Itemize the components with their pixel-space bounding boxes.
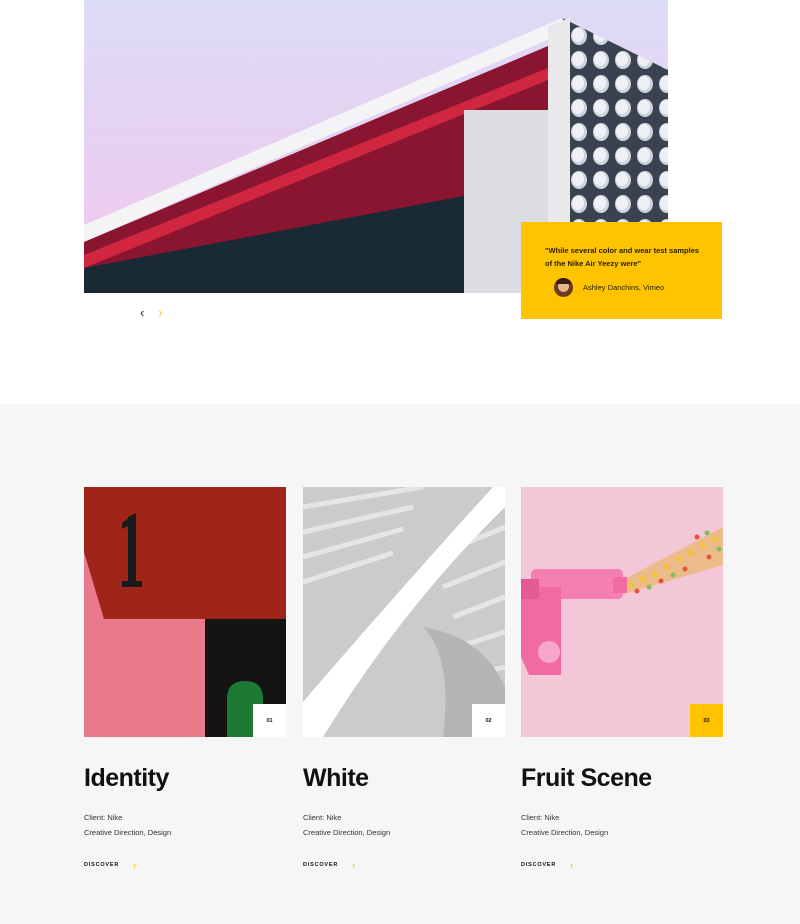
- project-client: Client: Nike: [84, 813, 123, 822]
- discover-label[interactable]: DISCOVER: [521, 862, 556, 868]
- project-client: Client: Nike: [303, 813, 342, 822]
- project-title[interactable]: Fruit Scene: [521, 763, 723, 793]
- project-role: Creative Direction, Design: [521, 828, 609, 837]
- project-number: 03: [690, 704, 723, 737]
- chevron-right-icon[interactable]: ›: [352, 860, 355, 870]
- project-meta: Client: Nike Creative Direction, Design: [521, 810, 723, 840]
- discover-link[interactable]: DISCOVER ›: [303, 860, 505, 870]
- project-title[interactable]: White: [303, 763, 505, 793]
- testimonial-author: Ashley Danchins, Vimeo: [554, 278, 664, 297]
- project-card-white[interactable]: 02 White Client: Nike Creative Direction…: [303, 487, 505, 870]
- project-image[interactable]: 02: [303, 487, 505, 737]
- discover-label[interactable]: DISCOVER: [303, 862, 338, 868]
- project-role: Creative Direction, Design: [303, 828, 391, 837]
- slider-nav: ‹ ›: [140, 305, 163, 321]
- project-number: 01: [253, 704, 286, 737]
- discover-label[interactable]: DISCOVER: [84, 862, 119, 868]
- author-name: Ashley Danchins, Vimeo: [583, 283, 665, 292]
- project-image[interactable]: 01: [84, 487, 286, 737]
- project-image[interactable]: 03: [521, 487, 723, 737]
- project-meta: Client: Nike Creative Direction, Design: [84, 810, 286, 840]
- hero-section: "While several color and wear test sampl…: [0, 0, 800, 404]
- project-meta: Client: Nike Creative Direction, Design: [303, 810, 505, 840]
- chevron-right-icon[interactable]: ›: [158, 305, 162, 321]
- project-title[interactable]: Identity: [84, 763, 286, 793]
- projects-section: 01 Identity Client: Nike Creative Direct…: [0, 404, 800, 924]
- chevron-right-icon[interactable]: ›: [133, 860, 136, 870]
- project-number: 02: [472, 704, 505, 737]
- project-card-fruit-scene[interactable]: 03 Fruit Scene Client: Nike Creative Dir…: [521, 487, 723, 870]
- project-card-identity[interactable]: 01 Identity Client: Nike Creative Direct…: [84, 487, 286, 870]
- discover-link[interactable]: DISCOVER ›: [84, 860, 286, 870]
- chevron-right-icon[interactable]: ›: [570, 860, 573, 870]
- testimonial-quote: "While several color and wear test sampl…: [545, 246, 700, 268]
- project-client: Client: Nike: [521, 813, 560, 822]
- testimonial-card: "While several color and wear test sampl…: [521, 222, 722, 319]
- chevron-left-icon[interactable]: ‹: [140, 305, 144, 321]
- avatar: [554, 278, 573, 297]
- project-role: Creative Direction, Design: [84, 828, 172, 837]
- discover-link[interactable]: DISCOVER ›: [521, 860, 723, 870]
